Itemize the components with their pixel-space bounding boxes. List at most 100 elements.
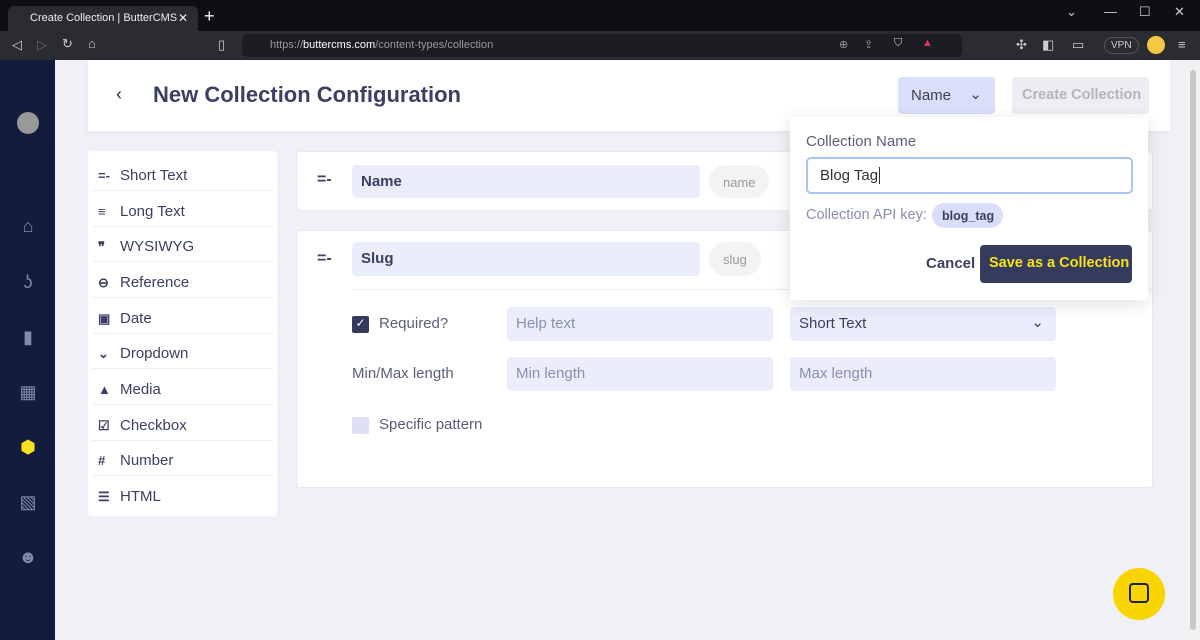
label: Date bbox=[120, 310, 152, 327]
media-icon[interactable]: ▧ bbox=[17, 492, 39, 514]
quote-icon: ❞ bbox=[98, 239, 105, 254]
zoom-icon[interactable]: ⊕ bbox=[839, 38, 848, 51]
brave-shield-icon[interactable]: ⛉ bbox=[894, 37, 902, 50]
browser-tab[interactable]: Create Collection | ButterCMS ✕ bbox=[8, 6, 198, 31]
scrollbar-thumb[interactable] bbox=[1190, 70, 1196, 630]
back-chevron-icon[interactable]: ‹ bbox=[116, 84, 122, 105]
field-type-dropdown[interactable]: ⌄ Dropdown bbox=[92, 333, 273, 369]
field-type-wysiwyg[interactable]: ❞ WYSIWYG bbox=[92, 226, 273, 262]
blog-icon[interactable]: ʖ bbox=[17, 272, 39, 294]
drag-handle-icon[interactable]: =- bbox=[317, 250, 332, 268]
cancel-button[interactable]: Cancel bbox=[926, 255, 975, 272]
field-type-short-text[interactable]: =- Short Text bbox=[92, 155, 273, 191]
field-type-html[interactable]: ☰ HTML bbox=[92, 476, 273, 512]
app-sidebar: ⌂ ʖ ▮ ▦ ⬢ ▧ ☻ bbox=[0, 60, 55, 640]
create-collection-button[interactable]: Create Collection bbox=[1012, 77, 1149, 114]
page-types-icon[interactable]: ▦ bbox=[17, 382, 39, 404]
label: Checkbox bbox=[120, 417, 187, 434]
page-title: New Collection Configuration bbox=[153, 82, 461, 107]
select-value: Short Text bbox=[799, 315, 867, 332]
required-checkbox[interactable]: ✓ bbox=[352, 316, 369, 333]
chevron-down-icon: ⌄ bbox=[98, 346, 109, 361]
vpn-button[interactable]: VPN bbox=[1104, 37, 1139, 54]
chat-launcher-button[interactable] bbox=[1113, 568, 1165, 620]
collections-icon[interactable]: ⬢ bbox=[17, 437, 39, 459]
specific-pattern-checkbox[interactable] bbox=[352, 417, 369, 434]
pages-icon[interactable]: ▮ bbox=[17, 327, 39, 349]
short-text-icon: =- bbox=[98, 168, 110, 183]
browser-toolbar: ◁ ▷ ↻ ⌂ ▯ https://buttercms.com/content-… bbox=[0, 31, 1200, 60]
title-field-select[interactable]: Name ⌄ bbox=[898, 77, 995, 114]
calendar-icon: ▣ bbox=[98, 311, 111, 326]
address-bar[interactable]: https://buttercms.com/content-types/coll… bbox=[242, 34, 962, 57]
long-text-icon: ≡ bbox=[98, 204, 106, 219]
label: Reference bbox=[120, 274, 190, 291]
field-name-input[interactable]: Slug bbox=[352, 242, 700, 276]
field-type-reference[interactable]: ⊖ Reference bbox=[92, 262, 273, 298]
list-icon: ☰ bbox=[98, 489, 110, 504]
field-name-input[interactable]: Name bbox=[352, 165, 700, 198]
home-icon[interactable]: ⌂ bbox=[88, 36, 96, 51]
select-value: Name bbox=[911, 87, 952, 104]
back-icon[interactable]: ◁ bbox=[12, 37, 22, 53]
extensions-icon[interactable]: ✣ bbox=[1016, 37, 1027, 53]
field-type-select[interactable]: Short Text ⌄ bbox=[790, 307, 1056, 341]
drag-handle-icon[interactable]: =- bbox=[317, 171, 332, 189]
field-key-badge: name bbox=[709, 165, 769, 198]
specific-pattern-label: Specific pattern bbox=[379, 416, 483, 433]
save-as-collection-button[interactable]: Save as a Collection bbox=[980, 245, 1132, 283]
link-icon: ⊖ bbox=[98, 275, 109, 290]
chat-icon bbox=[1129, 583, 1149, 603]
forward-icon[interactable]: ▷ bbox=[37, 37, 47, 53]
input-value: Blog Tag bbox=[820, 167, 879, 184]
image-icon: ▲ bbox=[98, 382, 111, 397]
browser-tab-bar: Create Collection | ButterCMS ✕ + ⌄ — ☐ ✕ bbox=[0, 0, 1200, 31]
field-type-number[interactable]: # Number bbox=[92, 440, 273, 476]
text-cursor bbox=[879, 167, 881, 184]
url-prefix: https:// bbox=[270, 39, 304, 51]
label: Long Text bbox=[120, 203, 185, 220]
field-type-date[interactable]: ▣ Date bbox=[92, 298, 273, 334]
collection-name-label: Collection Name bbox=[806, 133, 917, 150]
sidebar-icon[interactable]: ◧ bbox=[1042, 37, 1054, 53]
home-icon[interactable]: ⌂ bbox=[17, 216, 39, 238]
help-text-input[interactable]: Help text bbox=[507, 307, 773, 341]
tab-search-icon[interactable]: ⌄ bbox=[1066, 4, 1077, 20]
field-type-long-text[interactable]: ≡ Long Text bbox=[92, 191, 273, 227]
maximize-icon[interactable]: ☐ bbox=[1139, 4, 1151, 20]
api-key-label: Collection API key: bbox=[806, 207, 927, 223]
required-label: Required? bbox=[379, 315, 449, 332]
chevron-down-icon: ⌄ bbox=[969, 86, 982, 103]
label: Dropdown bbox=[120, 345, 189, 362]
user-avatar[interactable] bbox=[17, 112, 39, 134]
menu-icon[interactable]: ≡ bbox=[1178, 37, 1186, 52]
label: Number bbox=[120, 452, 174, 469]
api-key-badge: blog_tag bbox=[932, 203, 1003, 228]
minimize-icon[interactable]: — bbox=[1104, 4, 1117, 19]
scrollbar[interactable] bbox=[1186, 60, 1200, 640]
profile-avatar[interactable] bbox=[1147, 36, 1165, 54]
users-icon[interactable]: ☻ bbox=[17, 547, 39, 569]
field-type-media[interactable]: ▲ Media bbox=[92, 369, 273, 405]
share-icon[interactable]: ⇪ bbox=[864, 38, 873, 51]
field-type-list: =- Short Text ≡ Long Text ❞ WYSIWYG ⊖ Refere… bbox=[88, 151, 277, 516]
reload-icon[interactable]: ↻ bbox=[62, 36, 73, 52]
bookmark-icon[interactable]: ▯ bbox=[218, 37, 225, 53]
tab-title: Create Collection | ButterCMS bbox=[30, 12, 178, 24]
label: WYSIWYG bbox=[120, 238, 195, 255]
max-length-input[interactable]: Max length bbox=[790, 357, 1056, 391]
wallet-icon[interactable]: ▭ bbox=[1072, 37, 1084, 53]
url-path: /content-types/collection bbox=[375, 39, 494, 51]
label: Media bbox=[120, 381, 161, 398]
collection-name-input[interactable]: Blog Tag bbox=[806, 157, 1133, 194]
chevron-down-icon: ⌄ bbox=[1031, 314, 1044, 331]
brave-rewards-icon[interactable]: ▲ bbox=[922, 37, 933, 49]
close-window-icon[interactable]: ✕ bbox=[1174, 4, 1185, 20]
field-key-badge: slug bbox=[709, 242, 761, 276]
close-tab-icon[interactable]: ✕ bbox=[178, 11, 188, 25]
label: HTML bbox=[120, 488, 161, 505]
checkbox-icon: ☑ bbox=[98, 418, 110, 433]
new-tab-icon[interactable]: + bbox=[204, 6, 215, 27]
field-type-checkbox[interactable]: ☑ Checkbox bbox=[92, 405, 273, 441]
min-length-input[interactable]: Min length bbox=[507, 357, 773, 391]
